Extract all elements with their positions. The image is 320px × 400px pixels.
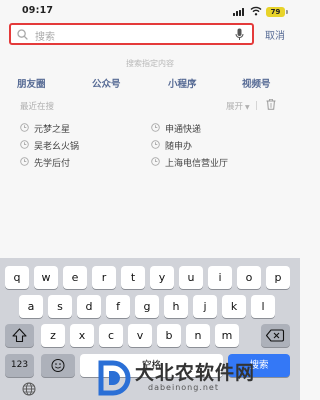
shift-icon	[12, 328, 27, 343]
search-types-row: 朋友圈 公众号 小程序 视频号	[0, 76, 300, 90]
search-type-channels[interactable]: 视频号	[242, 76, 271, 90]
key-v[interactable]: v	[128, 324, 152, 347]
key-b[interactable]: b	[157, 324, 181, 347]
key-h[interactable]: h	[164, 295, 188, 318]
globe-icon[interactable]	[22, 382, 36, 396]
key-k[interactable]: k	[222, 295, 246, 318]
key-a[interactable]: a	[19, 295, 43, 318]
divider	[256, 101, 257, 110]
key-p[interactable]: p	[266, 266, 290, 289]
search-type-official-accounts[interactable]: 公众号	[92, 76, 121, 90]
key-w[interactable]: w	[34, 266, 58, 289]
backspace-icon	[265, 329, 285, 342]
signal-icon	[233, 8, 245, 16]
watermark: 大北农软件网 dabeinong.net	[90, 355, 300, 400]
clock-icon	[20, 123, 29, 132]
search-placeholder: 搜索	[35, 32, 55, 43]
key-u[interactable]: u	[179, 266, 203, 289]
key-f[interactable]: f	[106, 295, 130, 318]
search-types-title: 搜索指定内容	[126, 59, 174, 68]
key-i[interactable]: i	[208, 266, 232, 289]
key-q[interactable]: q	[5, 266, 29, 289]
recent-item-label: 申通快递	[165, 125, 202, 135]
search-type-mini-programs[interactable]: 小程序	[168, 76, 197, 90]
recent-item-label: 随申办	[165, 142, 193, 152]
expand-button[interactable]: 展开 ▼	[226, 100, 250, 112]
key-r[interactable]: r	[92, 266, 116, 289]
recent-searches-title: 最近在搜	[20, 102, 55, 112]
key-s[interactable]: s	[48, 295, 72, 318]
recent-item-label: 上海电信营业厅	[165, 159, 229, 169]
clock-icon	[20, 157, 29, 166]
key-l[interactable]: l	[251, 295, 275, 318]
key-j[interactable]: j	[193, 295, 217, 318]
key-e[interactable]: e	[63, 266, 87, 289]
wifi-icon	[250, 6, 262, 16]
watermark-url: dabeinong.net	[148, 383, 219, 392]
shift-key[interactable]	[5, 324, 34, 347]
key-c[interactable]: c	[99, 324, 123, 347]
clock-icon	[151, 140, 160, 149]
watermark-logo	[98, 360, 131, 396]
search-icon	[17, 29, 28, 40]
status-time: 09:17	[22, 5, 54, 16]
key-n[interactable]: n	[186, 324, 210, 347]
key-t[interactable]: t	[121, 266, 145, 289]
backspace-key[interactable]	[261, 324, 290, 347]
status-bar: 09:17 79	[0, 0, 300, 22]
clock-icon	[151, 157, 160, 166]
key-o[interactable]: o	[237, 266, 261, 289]
emoji-key[interactable]	[41, 354, 75, 377]
key-m[interactable]: m	[215, 324, 239, 347]
key-d[interactable]: d	[77, 295, 101, 318]
watermark-title: 大北农软件网	[135, 362, 256, 384]
microphone-icon[interactable]	[235, 28, 244, 41]
numbers-key[interactable]: 123	[5, 354, 34, 377]
key-y[interactable]: y	[150, 266, 174, 289]
chevron-down-icon: ▼	[245, 104, 250, 111]
cancel-button[interactable]: 取消	[265, 27, 285, 42]
search-type-moments[interactable]: 朋友圈	[17, 76, 46, 90]
trash-icon[interactable]	[266, 99, 276, 110]
key-z[interactable]: z	[41, 324, 65, 347]
expand-label: 展开	[226, 102, 244, 112]
battery-indicator: 79	[266, 7, 288, 17]
key-g[interactable]: g	[135, 295, 159, 318]
recent-item-label: 先学后付	[34, 159, 71, 169]
search-input[interactable]: 搜索	[9, 23, 254, 45]
clock-icon	[20, 140, 29, 149]
recent-item-label: 吴老幺火锅	[34, 142, 80, 152]
recent-item-label: 元梦之星	[34, 125, 71, 135]
clock-icon	[151, 123, 160, 132]
emoji-icon	[51, 359, 65, 372]
key-x[interactable]: x	[70, 324, 94, 347]
